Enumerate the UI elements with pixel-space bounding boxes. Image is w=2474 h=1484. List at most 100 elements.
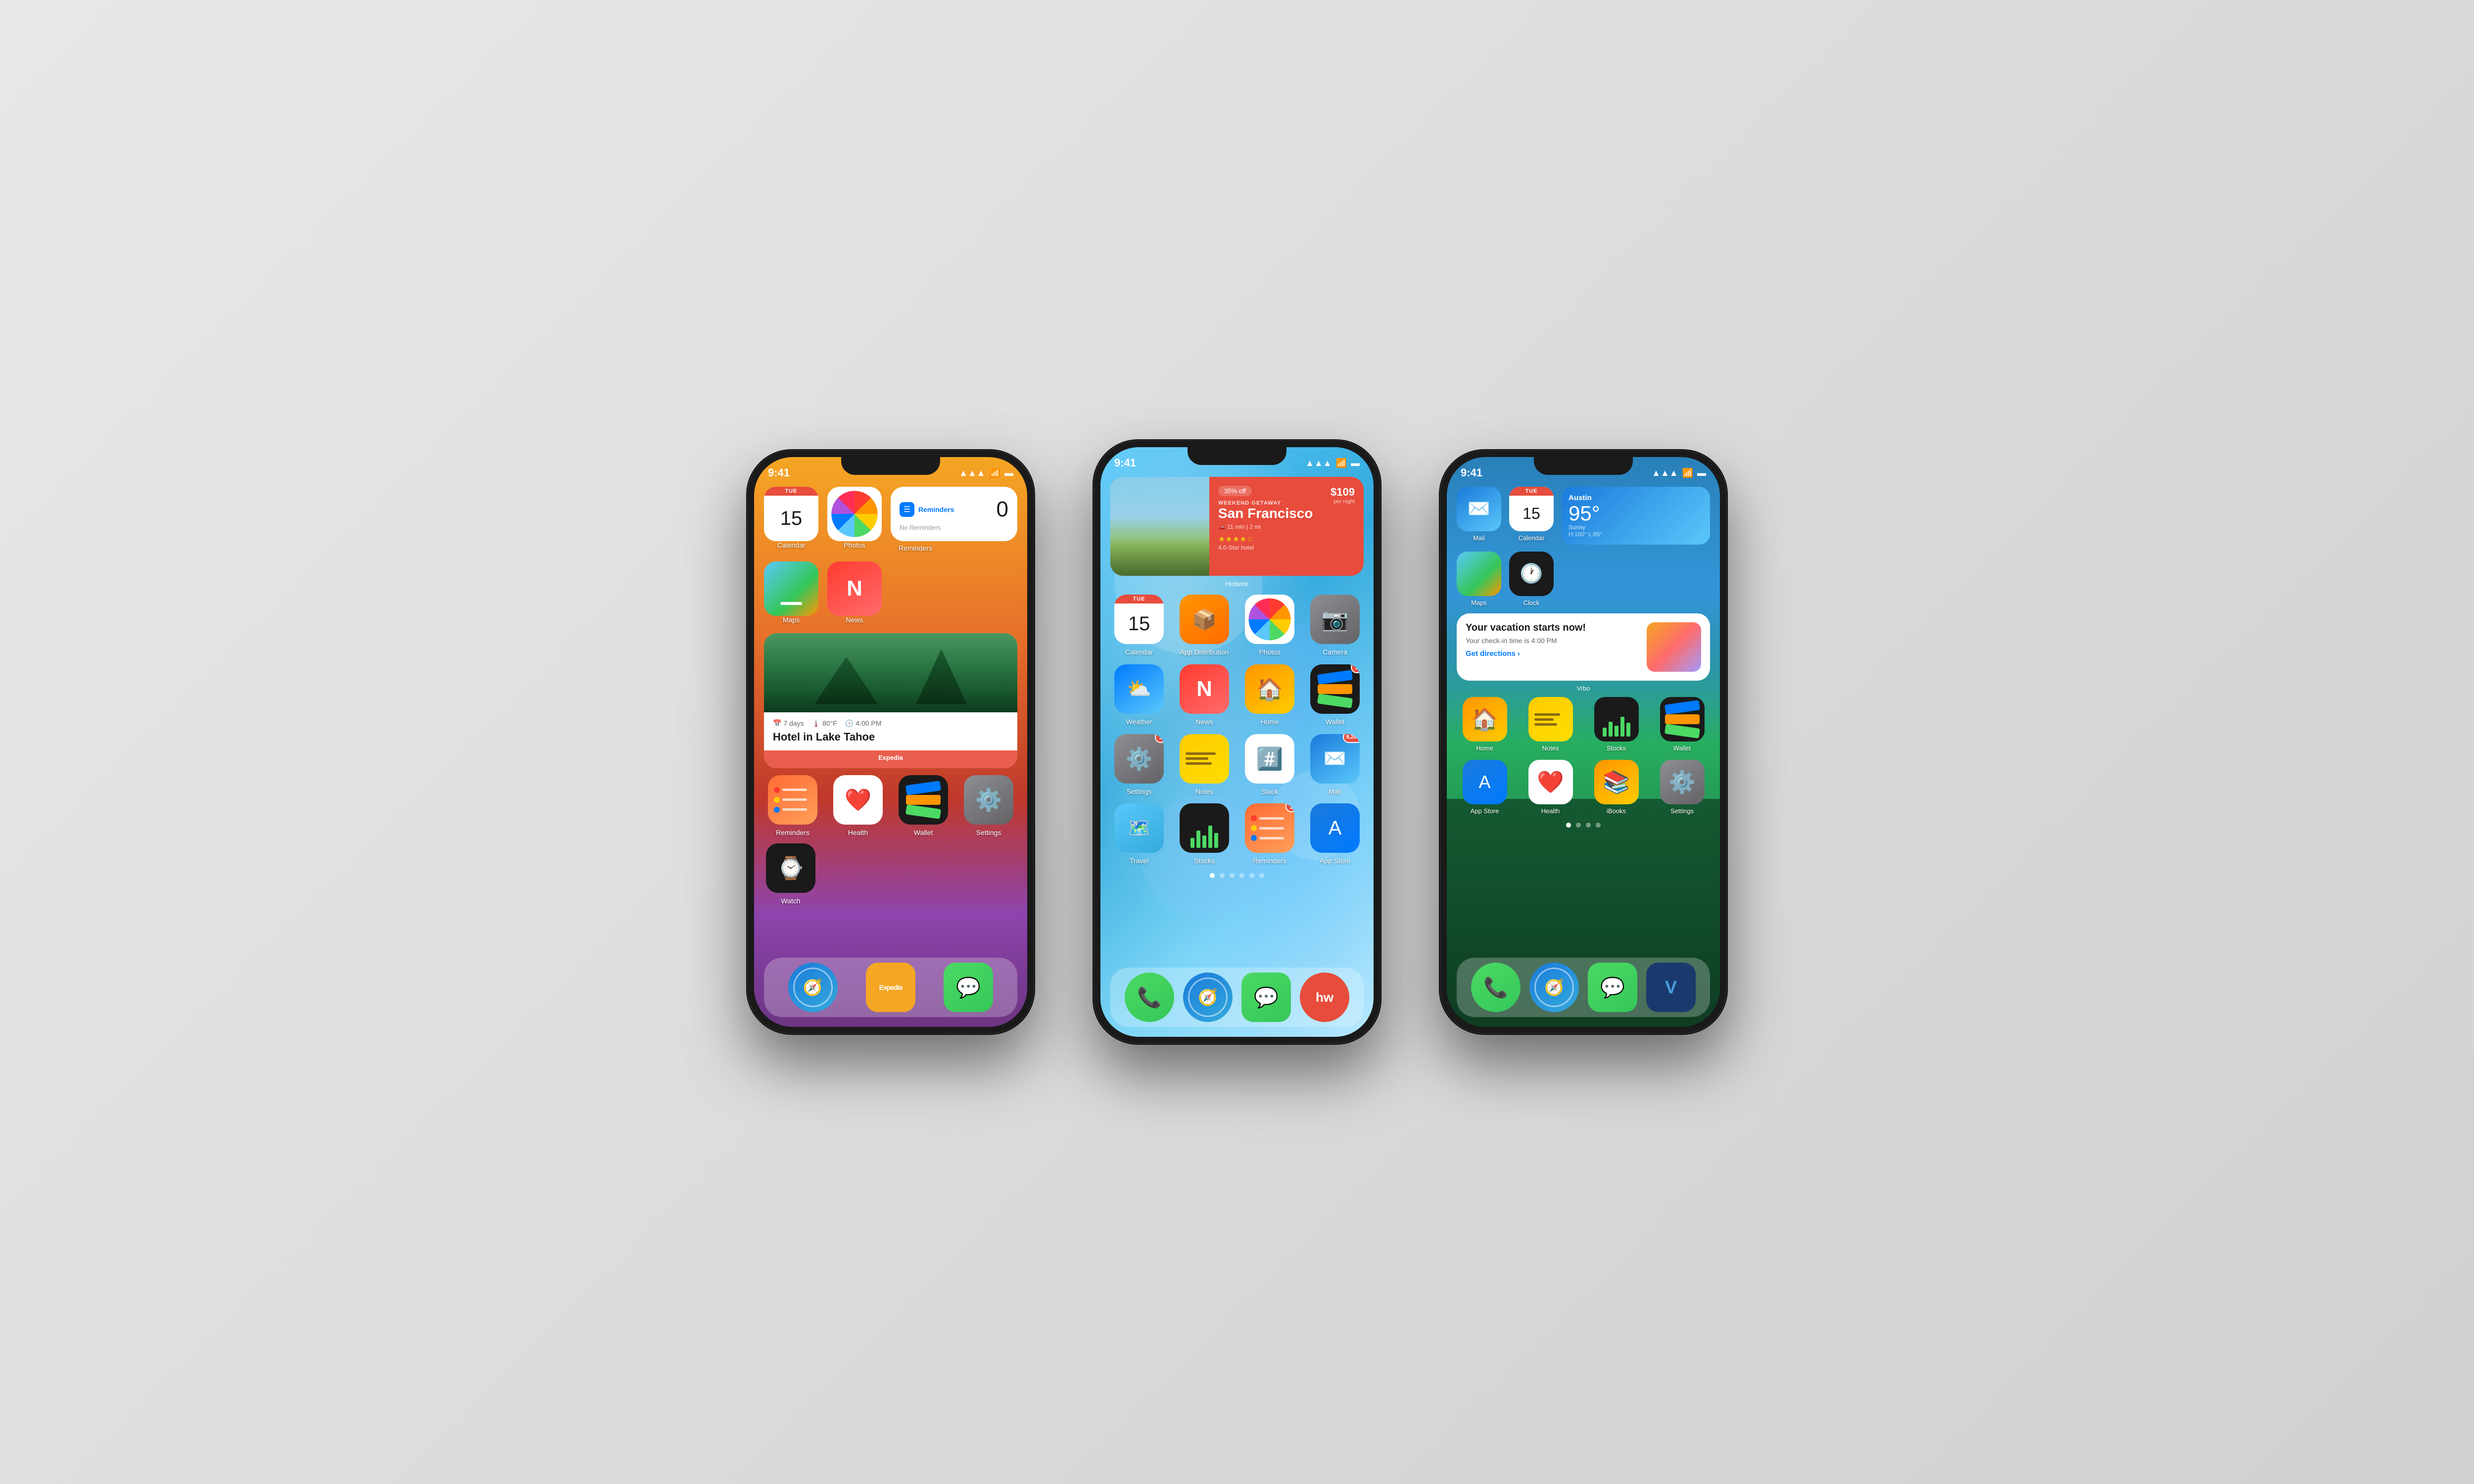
status-time-1: 9:41 — [768, 466, 790, 479]
vrbo-image — [1647, 622, 1701, 672]
app-mail-3[interactable]: ✉️ Mail — [1457, 487, 1501, 545]
app-wallet-2[interactable]: 1 Wallet — [1308, 664, 1362, 726]
apps-grid-2-row1: TUE 15 Calendar 📦 App Distribution — [1100, 595, 1374, 656]
app-calendar-2[interactable]: TUE 15 Calendar — [1112, 595, 1166, 656]
status-time-2: 9:41 — [1114, 457, 1136, 469]
expedia-widget[interactable]: 📅 7 days 🌡️ 80°F 🕓 4:00 PM Hotel in Lake… — [764, 633, 1017, 768]
app-appdist-2[interactable]: 📦 App Distribution — [1178, 595, 1231, 656]
vrbo-link[interactable]: Get directions › — [1466, 649, 1640, 658]
sb-5 — [1626, 723, 1630, 737]
app-photos-2[interactable]: Photos — [1243, 595, 1296, 656]
dock-messages-1[interactable]: 💬 — [944, 963, 993, 1012]
app-stocks-2[interactable]: Stocks — [1178, 803, 1231, 865]
hotwire-stars-row: ★★★★☆ 4.0-Star hotel — [1218, 534, 1313, 551]
sb-4 — [1620, 717, 1624, 737]
app-appstore-2[interactable]: A App Store — [1308, 803, 1362, 865]
maps-news-row: Maps N News — [754, 561, 1027, 624]
health-icon-1: ❤️ — [833, 775, 883, 825]
app-home-2[interactable]: 🏠 Home — [1243, 664, 1296, 726]
dock-safari-1[interactable]: 🧭 — [788, 963, 838, 1012]
weather-name-2: Weather — [1126, 718, 1152, 726]
weather-temp-3: 95° — [1569, 503, 1703, 524]
dock-safari-2[interactable]: 🧭 — [1183, 973, 1233, 1022]
dock-safari-3[interactable]: 🧭 — [1529, 963, 1579, 1012]
app-slack-2[interactable]: #️⃣ Slack — [1243, 734, 1296, 796]
vrbo-app-label: Vrbo — [1447, 685, 1720, 692]
reminders-widget-1[interactable]: ☰ Reminders 0 No Reminders Reminders — [891, 487, 1017, 553]
app-news-2[interactable]: N News — [1178, 664, 1231, 726]
ibooks-name-3: iBooks — [1607, 807, 1626, 815]
status-icons-2: ▲▲▲ 📶 ▬ — [1305, 458, 1360, 468]
watch-app-name-1: Watch — [781, 897, 800, 905]
dock-phone-2[interactable]: 📞 — [1125, 973, 1174, 1022]
safari-icon-1: 🧭 — [788, 963, 838, 1012]
app-travel-2[interactable]: 🗺️ Travel — [1112, 803, 1166, 865]
app-weather-2[interactable]: ⛅ Weather — [1112, 664, 1166, 726]
app-health-3[interactable]: ❤️ Health — [1522, 760, 1578, 815]
reminders-count: 0 — [997, 497, 1008, 522]
calendar-name-2: Calendar — [1125, 648, 1153, 656]
expedia-info: 📅 7 days 🌡️ 80°F 🕓 4:00 PM Hotel in Lake… — [764, 712, 1017, 750]
maps-label-1: Maps — [783, 616, 800, 624]
app-stocks-3[interactable]: Stocks — [1588, 697, 1644, 752]
dock-hotwire-2[interactable]: hw — [1300, 973, 1349, 1022]
app-reminders-2[interactable]: 1 Reminders — [1243, 803, 1296, 865]
weather-widget-3[interactable]: Austin 95° Sunny H:100° L:85° — [1562, 487, 1710, 545]
app-wallet-3[interactable]: Wallet — [1654, 697, 1710, 752]
app-ibooks-3[interactable]: 📚 iBooks — [1588, 760, 1644, 815]
appstore-glyph: A — [1329, 817, 1342, 839]
status-time-3: 9:41 — [1461, 466, 1482, 479]
app-camera-2[interactable]: 📷 Camera — [1308, 595, 1362, 656]
app-reminders-1[interactable]: Reminders — [766, 775, 819, 837]
ibooks-icon-3: 📚 — [1594, 760, 1639, 804]
hotwire-content: 35% off WEEKEND GETAWAY San Francisco 🚗 … — [1209, 477, 1364, 576]
dock-messages-2[interactable]: 💬 — [1241, 973, 1291, 1022]
calendar-label-1: Calendar — [777, 541, 806, 550]
dock-phone-3[interactable]: 📞 — [1471, 963, 1521, 1012]
notes-name-2: Notes — [1195, 788, 1214, 796]
messages-icon-1: 💬 — [944, 963, 993, 1012]
app-calendar-3[interactable]: TUE 15 Calendar — [1509, 487, 1554, 545]
news-app-1[interactable]: N News — [827, 561, 882, 624]
app-settings-1[interactable]: ⚙️ Settings — [962, 775, 1015, 837]
notch-1 — [841, 457, 940, 475]
app-notes-2[interactable]: Notes — [1178, 734, 1231, 796]
calendar-icon-3: TUE 15 — [1509, 487, 1554, 531]
dock-messages-3[interactable]: 💬 — [1588, 963, 1637, 1012]
apps-row3-3: A App Store ❤️ Health 📚 — [1447, 760, 1720, 815]
phone-1-screen: 9:41 ▲▲▲ 📶 ▬ TUE 15 — [754, 457, 1027, 1027]
vrbo-link-text: Get directions — [1466, 649, 1516, 658]
app-health-1[interactable]: ❤️ Health — [831, 775, 885, 837]
app-mail-2[interactable]: ✉️ 8,280 Mail — [1308, 734, 1362, 796]
app-settings-2[interactable]: ⚙️ 1 Settings — [1112, 734, 1166, 796]
settings-name-2: Settings — [1127, 788, 1152, 796]
battery-icon-1: ▬ — [1004, 468, 1013, 478]
app-maps-3[interactable]: Maps — [1457, 552, 1501, 606]
maps-app-1[interactable]: Maps — [764, 561, 818, 624]
app-appstore-3[interactable]: A App Store — [1457, 760, 1513, 815]
app-settings-3[interactable]: ⚙️ Settings — [1654, 760, 1710, 815]
stocks-bar-3 — [1202, 835, 1206, 848]
photos-widget-1[interactable]: Photos — [827, 487, 882, 553]
dock-expedia-1[interactable]: Expedia — [866, 963, 915, 1012]
app-clock-3[interactable]: 🕐 Clock — [1509, 552, 1554, 606]
app-home-3[interactable]: 🏠 Home — [1457, 697, 1513, 752]
apps-grid-2-row3: ⚙️ 1 Settings Notes — [1100, 734, 1374, 796]
app-wallet-1[interactable]: Wallet — [897, 775, 950, 837]
app-notes-3[interactable]: Notes — [1522, 697, 1578, 752]
page-dots-3 — [1447, 823, 1720, 828]
camera-name-2: Camera — [1323, 648, 1347, 656]
notes-name-3: Notes — [1542, 744, 1559, 752]
calendar-widget-1[interactable]: TUE 15 Calendar — [764, 487, 818, 553]
expedia-hotel-title: Hotel in Lake Tahoe — [773, 731, 1008, 743]
dock-vrbo-3[interactable]: V — [1646, 963, 1696, 1012]
hotwire-distance: 🚗 11 min | 2 mi — [1218, 523, 1313, 530]
phone-3: 9:41 ▲▲▲ 📶 ▬ ✉️ Mail — [1440, 450, 1727, 1034]
appstore-name-3: App Store — [1471, 807, 1499, 815]
vrbo-widget[interactable]: Your vacation starts now! Your check-in … — [1457, 613, 1710, 681]
safari-icon-2: 🧭 — [1183, 973, 1233, 1022]
news-label-1: News — [846, 616, 863, 624]
hotwire-widget[interactable]: 35% off WEEKEND GETAWAY San Francisco 🚗 … — [1110, 477, 1364, 576]
app-watch-1[interactable]: ⌚ Watch — [766, 843, 815, 905]
dot3-1 — [1566, 823, 1571, 828]
